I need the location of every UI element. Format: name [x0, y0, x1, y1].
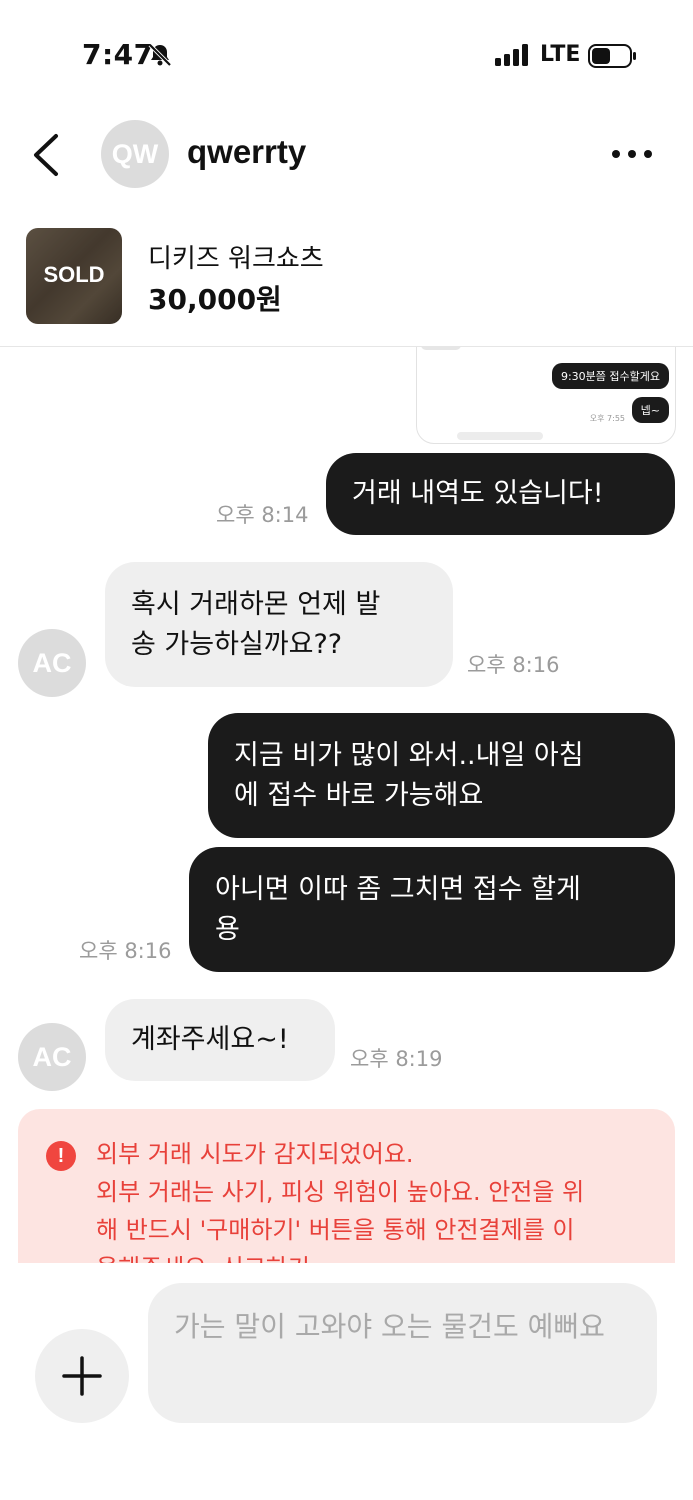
message-text: 거래 내역도 있습니다! — [352, 478, 604, 509]
product-info-bar[interactable]: SOLD 디키즈 워크쇼츠 30,000원 — [0, 212, 693, 347]
avatar[interactable]: QW — [101, 120, 169, 188]
message-bubble-incoming[interactable]: 계좌주세요~! — [105, 999, 335, 1081]
message-time: 오후 8:16 — [467, 653, 560, 677]
message-time: 오후 8:14 — [216, 503, 309, 527]
alert-icon: ! — [46, 1141, 76, 1171]
message-time: 오후 8:16 — [79, 939, 172, 963]
screenshot-bubble: 넵~ — [631, 397, 669, 423]
warning-line: 용해주세요. 신고하기 — [96, 1249, 646, 1263]
warning-text: 외부 거래 시도가 감지되었어요. 외부 거래는 사기, 피싱 위험이 높아요.… — [96, 1135, 646, 1263]
screenshot-time: 오후 7:55 — [589, 414, 625, 423]
warning-line: 외부 거래는 사기, 피싱 위험이 높아요. 안전을 위 — [96, 1178, 585, 1206]
bell-muted-icon — [148, 43, 172, 67]
message-text: 계좌주세요~! — [131, 1024, 289, 1055]
product-thumbnail[interactable]: SOLD — [26, 228, 122, 324]
message-text: 혹시 거래하몬 언제 발 — [131, 588, 381, 620]
message-text: 송 가능하실까요?? — [131, 628, 343, 660]
message-text: 에 접수 바로 가능해요 — [234, 779, 484, 811]
screenshot-fragment — [457, 432, 543, 440]
message-input[interactable] — [148, 1283, 657, 1423]
status-bar: 7:47 LTE — [0, 0, 693, 110]
signal-icon — [495, 44, 528, 66]
message-text: 용 — [215, 913, 240, 945]
warning-line: 해 반드시 '구매하기' 버튼을 통해 안전결제를 이 — [96, 1216, 575, 1244]
chat-message-list[interactable]: 9:30분쯤 접수할게요 넵~ 오후 7:55 오후 8:14 거래 내역도 있… — [0, 347, 693, 1263]
message-text: 아니면 이따 좀 그치면 접수 할게 — [215, 873, 581, 905]
avatar[interactable]: AC — [18, 1023, 86, 1091]
avatar[interactable]: AC — [18, 629, 86, 697]
plus-icon — [62, 1356, 102, 1396]
screenshot-bubble: 9:30분쯤 접수할게요 — [551, 363, 669, 389]
product-title: 디키즈 워크쇼츠 — [148, 244, 324, 274]
sold-badge: SOLD — [43, 262, 105, 287]
message-bubble-outgoing[interactable]: 아니면 이따 좀 그치면 접수 할게 용 — [189, 847, 675, 972]
warning-line: 외부 거래 시도가 감지되었어요. — [96, 1140, 414, 1168]
more-options-button[interactable] — [610, 140, 654, 168]
chat-partner-name[interactable]: qwerrty — [187, 133, 306, 171]
product-price: 30,000원 — [148, 283, 282, 316]
message-time: 오후 8:19 — [350, 1047, 443, 1071]
shared-screenshot-image[interactable]: 9:30분쯤 접수할게요 넵~ 오후 7:55 — [416, 347, 676, 444]
message-bubble-outgoing[interactable]: 거래 내역도 있습니다! — [326, 453, 675, 535]
message-text: 지금 비가 많이 와서..내일 아침 — [234, 739, 584, 771]
message-bubble-outgoing[interactable]: 지금 비가 많이 와서..내일 아침 에 접수 바로 가능해요 — [208, 713, 675, 838]
network-label: LTE — [540, 42, 581, 67]
screenshot-fragment — [421, 347, 461, 350]
external-trade-warning: ! 외부 거래 시도가 감지되었어요. 외부 거래는 사기, 피싱 위험이 높아… — [18, 1109, 675, 1263]
message-bubble-incoming[interactable]: 혹시 거래하몬 언제 발 송 가능하실까요?? — [105, 562, 453, 687]
battery-icon — [588, 44, 636, 68]
attach-button[interactable] — [35, 1329, 129, 1423]
back-button[interactable] — [26, 130, 70, 180]
status-time: 7:47 — [82, 38, 154, 71]
message-composer — [0, 1263, 693, 1500]
